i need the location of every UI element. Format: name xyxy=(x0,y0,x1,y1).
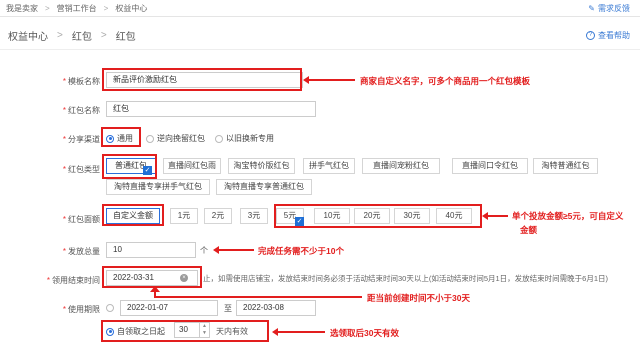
breadcrumb-workbench[interactable]: 营销工作台 xyxy=(57,3,97,14)
top-breadcrumb: 我是卖家 > 营销工作台 > 权益中心 ✎ 需求反馈 xyxy=(0,0,640,17)
radio-selected-icon xyxy=(106,327,114,336)
feedback-button[interactable]: ✎ 需求反馈 xyxy=(588,3,630,14)
chevron-right-icon: > xyxy=(103,3,109,13)
clear-icon[interactable]: × xyxy=(180,274,188,282)
help-label: 查看帮助 xyxy=(598,31,630,40)
question-icon: ? xyxy=(586,31,595,40)
annotation-total: 完成任务需不少于10个 xyxy=(258,246,344,256)
feedback-label: 需求反馈 xyxy=(598,4,630,13)
total-unit: 个 xyxy=(200,246,208,255)
breadcrumb-center[interactable]: 权益中心 xyxy=(8,28,48,43)
radio-icon xyxy=(215,134,223,143)
type-option-special-price[interactable]: 淘宝特价版红包 xyxy=(228,158,295,174)
highlight-box xyxy=(102,154,157,179)
annotation-template: 商家自定义名字，可多个商品用一个红包模板 xyxy=(360,76,531,86)
amount-label: * 红包面额 xyxy=(62,215,100,224)
period-end-input[interactable]: 2022-03-08 xyxy=(236,300,316,316)
arrow-head-icon xyxy=(150,286,160,292)
deadline-note: 止，如需使用店铺宝，发放结束时间务必须于活动结束时间30天以上(如活动结束时间5… xyxy=(203,274,609,283)
arrow-head-icon xyxy=(303,76,309,84)
radio-icon xyxy=(106,304,114,312)
period-to: 至 xyxy=(224,304,232,313)
help-link[interactable]: ? 查看帮助 xyxy=(586,30,630,41)
period-radio-relative[interactable]: 自领取之日起 xyxy=(106,326,165,337)
type-option-taote-live-normal[interactable]: 淘特直播专享普通红包 xyxy=(216,179,312,195)
relative-days-input[interactable]: 30 xyxy=(174,322,200,338)
highlight-box xyxy=(102,68,302,91)
amount-option-3[interactable]: 3元 xyxy=(240,208,268,224)
total-label: * 发放总量 xyxy=(62,247,100,256)
period-radio-fixed[interactable] xyxy=(106,304,114,312)
annotation-deadline: 距当前创建时间不小于30天 xyxy=(367,293,470,303)
name-label: * 红包名称 xyxy=(62,106,100,115)
page-root: { "breadcrumb_top": {"seller": "我是卖家", "… xyxy=(0,0,640,348)
arrow-head-icon xyxy=(482,212,488,220)
page-breadcrumb: 权益中心 > 红包 > 红包 ? 查看帮助 xyxy=(0,22,640,50)
deadline-label: * 领用结束时间 xyxy=(46,276,100,285)
redpacket-name-input[interactable]: 红包 xyxy=(106,101,316,117)
channel-label: * 分享渠道 xyxy=(62,135,100,144)
highlight-box xyxy=(274,204,482,228)
amount-option-2[interactable]: 2元 xyxy=(204,208,232,224)
type-option-lucky[interactable]: 拼手气红包 xyxy=(303,158,355,174)
amount-option-custom[interactable]: 自定义金额 xyxy=(106,208,160,224)
amount-option-1[interactable]: 1元 xyxy=(170,208,198,224)
relative-suffix: 天内有效 xyxy=(216,327,248,336)
template-label: * 模板名称 xyxy=(62,77,100,86)
arrow-head-icon xyxy=(272,328,278,336)
type-option-live-fans[interactable]: 直播间宠粉红包 xyxy=(362,158,440,174)
channel-radio-retain[interactable]: 逆向挽留红包 xyxy=(146,133,205,144)
type-option-live-rain[interactable]: 直播间红包雨 xyxy=(163,158,221,174)
breadcrumb-current: 红包 xyxy=(115,32,136,43)
channel-radio-tradein[interactable]: 以旧换新专用 xyxy=(215,133,274,144)
annotation-arrow xyxy=(486,215,508,217)
breadcrumb-center[interactable]: 权益中心 xyxy=(115,3,147,14)
annotation-arrow xyxy=(218,249,254,251)
edit-icon: ✎ xyxy=(588,4,595,13)
chevron-right-icon: > xyxy=(100,30,107,41)
stepper-icon[interactable]: ▲ ▼ xyxy=(200,322,210,338)
type-option-taote-live-lucky[interactable]: 淘特直播专享拼手气红包 xyxy=(106,179,210,195)
channel-radio-general[interactable]: 通用 xyxy=(106,133,133,144)
chevron-right-icon: > xyxy=(45,3,50,13)
arrow-head-icon xyxy=(213,246,219,254)
annotation-arrow xyxy=(277,331,325,333)
annotation-amount-line2: 金额 xyxy=(520,225,538,235)
radio-icon xyxy=(146,134,154,143)
type-option-taote-normal[interactable]: 淘特普通红包 xyxy=(533,158,598,174)
breadcrumb-seller[interactable]: 我是卖家 xyxy=(6,3,38,14)
annotation-arrow xyxy=(307,79,355,81)
period-label: * 使用期限 xyxy=(62,305,100,314)
radio-selected-icon xyxy=(106,134,114,143)
chevron-right-icon: > xyxy=(57,30,63,41)
annotation-relative: 选领取后30天有效 xyxy=(330,328,399,338)
type-option-live-code[interactable]: 直播间口令红包 xyxy=(452,158,528,174)
total-quantity-input[interactable]: 10 xyxy=(106,242,196,258)
breadcrumb-redpacket[interactable]: 红包 xyxy=(72,28,92,43)
period-start-input[interactable]: 2022-01-07 xyxy=(120,300,218,316)
annotation-arrow xyxy=(154,296,362,298)
annotation-amount-line1: 单个投放金额≥5元，可自定义 xyxy=(512,211,624,221)
type-label: * 红包类型 xyxy=(62,165,100,174)
